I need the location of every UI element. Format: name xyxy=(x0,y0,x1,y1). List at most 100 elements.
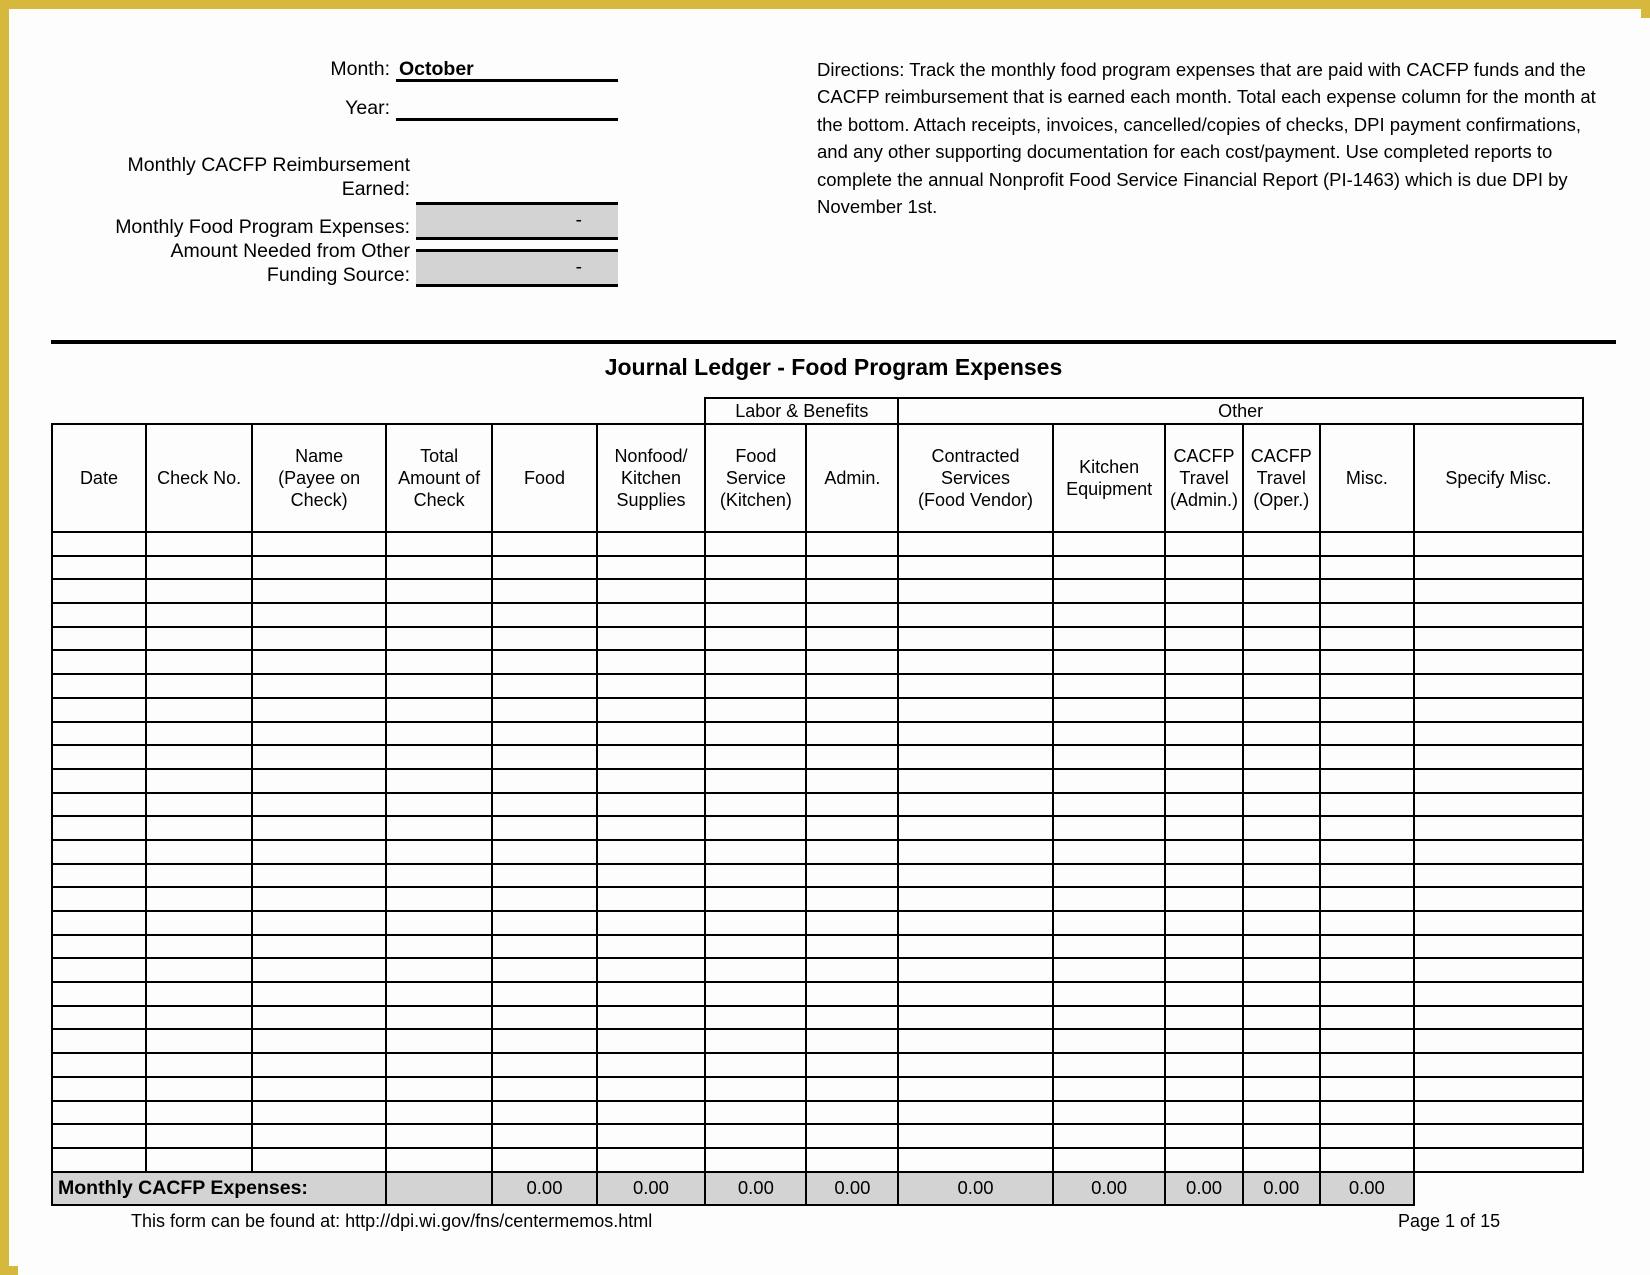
entry-cell[interactable] xyxy=(805,744,900,770)
entry-cell[interactable] xyxy=(1051,862,1167,889)
entry-cell[interactable] xyxy=(805,957,900,984)
entry-cell[interactable] xyxy=(1318,767,1415,794)
entry-cell[interactable] xyxy=(1318,862,1415,889)
entry-cell[interactable] xyxy=(1318,578,1415,605)
entry-cell[interactable] xyxy=(51,791,147,818)
entry-cell[interactable] xyxy=(1051,696,1167,723)
entry-cell[interactable] xyxy=(251,1123,387,1149)
entry-cell[interactable] xyxy=(144,933,254,960)
entry-cell[interactable] xyxy=(491,838,598,865)
entry-cell[interactable] xyxy=(1051,1099,1167,1126)
entry-cell[interactable] xyxy=(704,1146,808,1173)
entry-cell[interactable] xyxy=(1412,862,1585,889)
entry-cell[interactable] xyxy=(595,1075,707,1102)
entry-cell[interactable] xyxy=(144,531,254,557)
entry-cell[interactable] xyxy=(144,886,254,912)
entry-cell[interactable] xyxy=(251,531,387,557)
entry-cell[interactable] xyxy=(1164,815,1244,841)
entry-cell[interactable] xyxy=(1241,862,1321,889)
entry-cell[interactable] xyxy=(144,1099,254,1126)
entry-cell[interactable] xyxy=(251,815,387,841)
entry-cell[interactable] xyxy=(1051,791,1167,818)
entry-cell[interactable] xyxy=(491,1146,598,1173)
entry-cell[interactable] xyxy=(384,1146,494,1173)
entry-cell[interactable] xyxy=(897,602,1054,628)
entry-cell[interactable] xyxy=(51,602,147,628)
entry-cell[interactable] xyxy=(144,1123,254,1149)
entry-cell[interactable] xyxy=(1164,886,1244,912)
entry-cell[interactable] xyxy=(51,981,147,1007)
entry-cell[interactable] xyxy=(51,578,147,605)
entry-cell[interactable] xyxy=(1164,862,1244,889)
entry-cell[interactable] xyxy=(704,791,808,818)
entry-cell[interactable] xyxy=(1412,1146,1585,1173)
entry-cell[interactable] xyxy=(897,815,1054,841)
entry-cell[interactable] xyxy=(595,981,707,1007)
entry-cell[interactable] xyxy=(1164,649,1244,676)
entry-cell[interactable] xyxy=(704,649,808,676)
entry-cell[interactable] xyxy=(897,625,1054,652)
entry-cell[interactable] xyxy=(704,578,808,605)
entry-cell[interactable] xyxy=(805,1075,900,1102)
entry-cell[interactable] xyxy=(897,720,1054,747)
entry-cell[interactable] xyxy=(251,1052,387,1078)
entry-cell[interactable] xyxy=(1318,1052,1415,1078)
entry-cell[interactable] xyxy=(897,1123,1054,1149)
entry-cell[interactable] xyxy=(491,862,598,889)
entry-cell[interactable] xyxy=(1051,1004,1167,1031)
entry-cell[interactable] xyxy=(704,767,808,794)
entry-cell[interactable] xyxy=(51,649,147,676)
entry-cell[interactable] xyxy=(595,578,707,605)
entry-cell[interactable] xyxy=(1318,602,1415,628)
entry-cell[interactable] xyxy=(384,1052,494,1078)
entry-cell[interactable] xyxy=(491,696,598,723)
entry-cell[interactable] xyxy=(1241,957,1321,984)
entry-cell[interactable] xyxy=(1051,957,1167,984)
entry-cell[interactable] xyxy=(595,1099,707,1126)
entry-cell[interactable] xyxy=(1241,1004,1321,1031)
entry-cell[interactable] xyxy=(1241,1075,1321,1102)
entry-cell[interactable] xyxy=(491,767,598,794)
entry-cell[interactable] xyxy=(251,744,387,770)
entry-cell[interactable] xyxy=(51,696,147,723)
entry-cell[interactable] xyxy=(1412,1099,1585,1126)
entry-cell[interactable] xyxy=(1318,1028,1415,1055)
entry-cell[interactable] xyxy=(251,625,387,652)
entry-cell[interactable] xyxy=(1051,1075,1167,1102)
entry-cell[interactable] xyxy=(1164,1028,1244,1055)
entry-cell[interactable] xyxy=(1241,696,1321,723)
month-input[interactable]: October xyxy=(396,56,618,83)
entry-cell[interactable] xyxy=(51,744,147,770)
entry-cell[interactable] xyxy=(897,744,1054,770)
entry-cell[interactable] xyxy=(491,744,598,770)
entry-cell[interactable] xyxy=(384,720,494,747)
entry-cell[interactable] xyxy=(1051,933,1167,960)
entry-cell[interactable] xyxy=(1051,649,1167,676)
entry-cell[interactable] xyxy=(1318,815,1415,841)
entry-cell[interactable] xyxy=(897,531,1054,557)
entry-cell[interactable] xyxy=(1164,1075,1244,1102)
entry-cell[interactable] xyxy=(251,981,387,1007)
entry-cell[interactable] xyxy=(1412,957,1585,984)
entry-cell[interactable] xyxy=(1318,744,1415,770)
entry-cell[interactable] xyxy=(805,981,900,1007)
entry-cell[interactable] xyxy=(805,791,900,818)
entry-cell[interactable] xyxy=(1164,1052,1244,1078)
entry-cell[interactable] xyxy=(251,554,387,581)
entry-cell[interactable] xyxy=(897,862,1054,889)
entry-cell[interactable] xyxy=(144,1075,254,1102)
entry-cell[interactable] xyxy=(897,791,1054,818)
entry-cell[interactable] xyxy=(1318,720,1415,747)
entry-cell[interactable] xyxy=(1051,554,1167,581)
entry-cell[interactable] xyxy=(51,554,147,581)
entry-cell[interactable] xyxy=(805,838,900,865)
entry-cell[interactable] xyxy=(491,720,598,747)
entry-cell[interactable] xyxy=(1412,981,1585,1007)
entry-cell[interactable] xyxy=(1051,981,1167,1007)
entry-cell[interactable] xyxy=(491,531,598,557)
year-input[interactable] xyxy=(396,95,618,122)
entry-cell[interactable] xyxy=(384,696,494,723)
entry-cell[interactable] xyxy=(1164,981,1244,1007)
entry-cell[interactable] xyxy=(704,1028,808,1055)
entry-cell[interactable] xyxy=(897,578,1054,605)
